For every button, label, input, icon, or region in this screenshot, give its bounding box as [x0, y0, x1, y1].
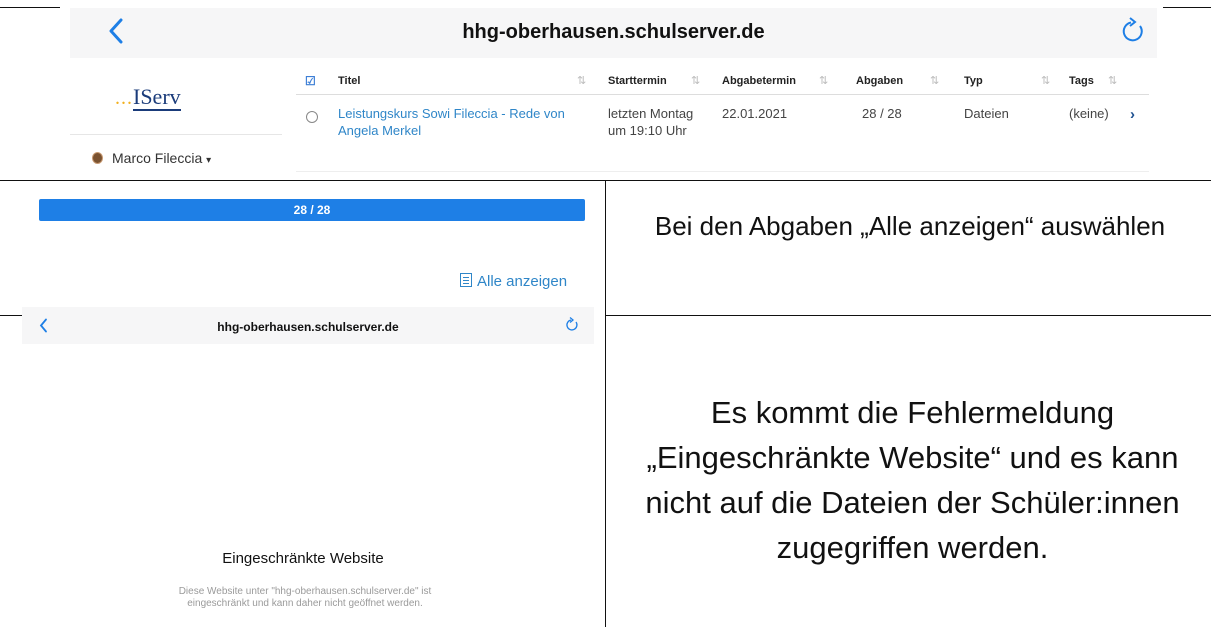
column-header-abgaben[interactable]: Abgaben — [856, 75, 903, 87]
sort-desc-icon[interactable]: ⇅ — [819, 74, 828, 87]
assignment-title-link[interactable]: Leistungskurs Sowi Fileccia - Rede von A… — [338, 105, 578, 139]
sidebar-divider — [70, 134, 282, 135]
column-header-titel[interactable]: Titel — [338, 75, 360, 87]
column-header-typ[interactable]: Typ — [964, 75, 983, 87]
error-title: Eingeschränkte Website — [222, 550, 384, 567]
submissions-progress-bar: 28 / 28 — [39, 199, 585, 221]
sort-icon[interactable]: ⇅ — [1108, 74, 1117, 87]
assignments-table: ☑ Titel ⇅ Starttermin ⇅ Abgabetermin ⇅ A… — [296, 66, 1149, 174]
divider-top — [0, 7, 60, 8]
logo-dots-icon: ... — [115, 87, 133, 109]
cell-starttermin: letzten Montag um 19:10 Uhr — [608, 106, 694, 138]
show-all-label: Alle anzeigen — [477, 273, 568, 290]
table-divider — [296, 171, 1149, 172]
sort-icon[interactable]: ⇅ — [1041, 74, 1050, 87]
instruction-caption-1: Bei den Abgaben „Alle anzeigen“ auswähle… — [654, 211, 1166, 241]
browser-nav-bar-bottom: hhg-oberhausen.schulserver.de — [22, 307, 594, 344]
cell-abgabetermin: 22.01.2021 — [722, 106, 788, 121]
select-all-check-icon[interactable]: ☑ — [305, 74, 316, 88]
error-description: Diese Website unter "hhg-oberhausen.schu… — [178, 586, 432, 609]
divider-top-right — [1163, 7, 1211, 8]
cell-abgaben: 28 / 28 — [862, 106, 902, 121]
list-document-icon — [460, 273, 472, 287]
sort-icon[interactable]: ⇅ — [691, 74, 700, 87]
sort-icon[interactable]: ⇅ — [577, 74, 586, 87]
column-header-abgabetermin[interactable]: Abgabetermin — [722, 75, 796, 87]
browser-nav-bar: hhg-oberhausen.schulserver.de — [70, 8, 1157, 58]
browser-url-title: hhg-oberhausen.schulserver.de — [462, 21, 765, 43]
cell-tags: (keine) — [1069, 106, 1109, 121]
divider-row-2-right — [606, 315, 1211, 316]
refresh-icon[interactable] — [1120, 17, 1148, 45]
table-header: ☑ Titel ⇅ Starttermin ⇅ Abgabetermin ⇅ A… — [296, 66, 1149, 95]
column-header-starttermin[interactable]: Starttermin — [608, 75, 667, 87]
cell-typ: Dateien — [964, 106, 1009, 121]
show-all-link[interactable]: Alle anzeigen — [460, 273, 567, 290]
row-open-chevron-icon[interactable]: › — [1130, 106, 1135, 123]
divider-row-2 — [0, 315, 22, 316]
instruction-caption-2: Es kommt die Fehlermeldung „Eingeschränk… — [645, 395, 1180, 565]
user-name: Marco Fileccia — [112, 150, 203, 166]
user-menu[interactable]: Marco Fileccia ▾ — [92, 150, 211, 166]
iserv-logo[interactable]: ...IServ — [115, 84, 181, 111]
caret-down-icon: ▾ — [206, 155, 212, 166]
column-header-tags[interactable]: Tags — [1069, 75, 1094, 87]
browser-url-title-bottom: hhg-oberhausen.schulserver.de — [217, 320, 399, 334]
refresh-icon[interactable] — [564, 317, 580, 333]
sidebar: ...IServ Marco Fileccia ▾ — [70, 66, 282, 177]
progress-label: 28 / 28 — [293, 203, 331, 217]
sort-icon[interactable]: ⇅ — [930, 74, 939, 87]
logo-text: IServ — [133, 84, 181, 111]
row-checkbox[interactable] — [306, 111, 318, 123]
avatar — [92, 152, 103, 164]
